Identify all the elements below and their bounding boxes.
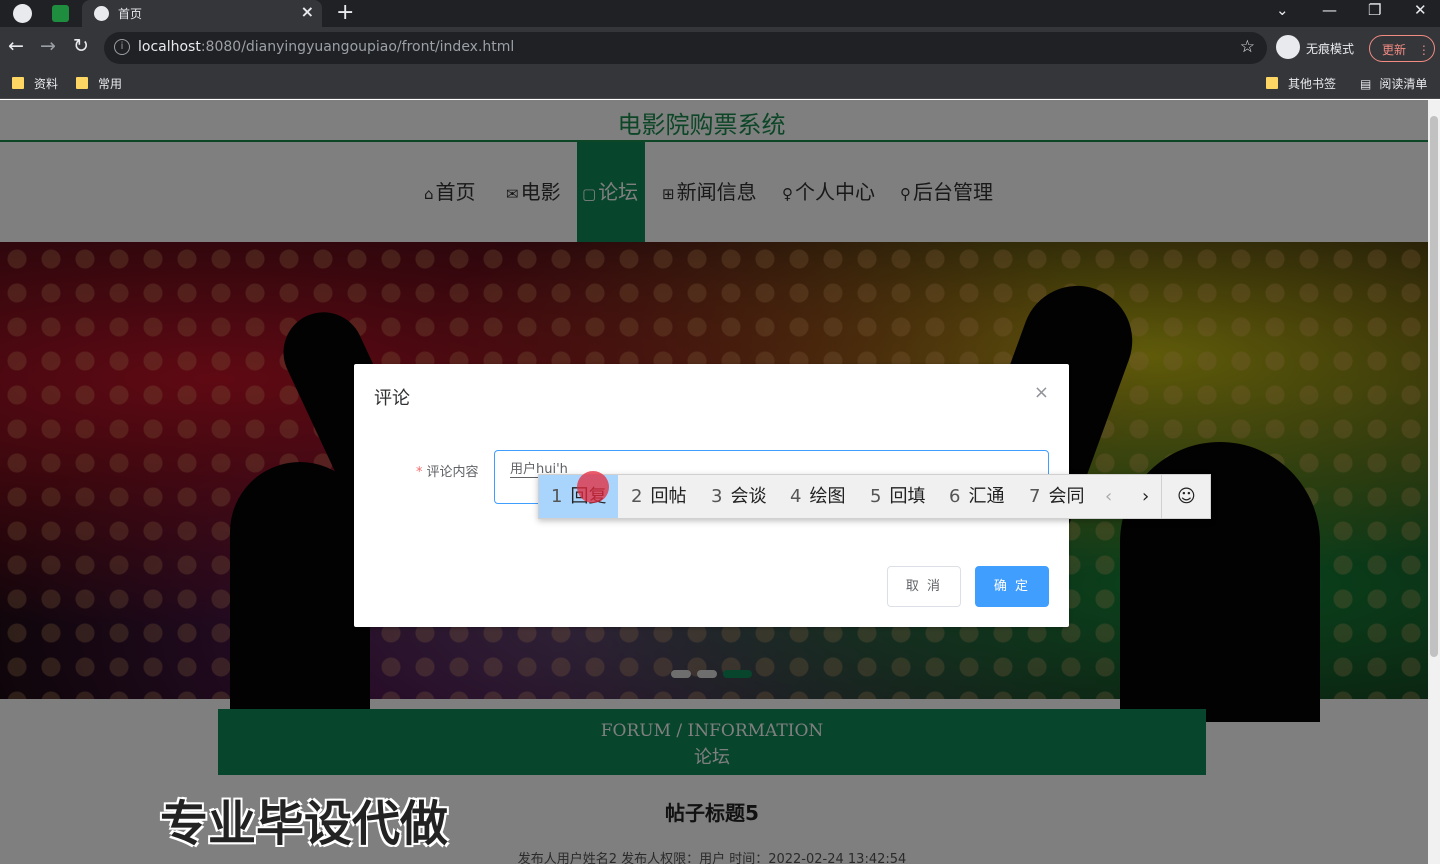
- browser-toolbar: ← → ↻ i localhost:8080/dianyingyuangoupi…: [0, 27, 1440, 69]
- scrollbar-thumb[interactable]: [1430, 116, 1438, 657]
- menu-dots-icon[interactable]: ⋮: [1418, 43, 1430, 57]
- ime-divider: [1161, 475, 1162, 518]
- ime-candidate-bar: 1回复 2回帖 3会谈 4绘图 5回填 6汇通 7会同 ‹ › ☺: [538, 474, 1211, 519]
- bookmark-folder-changyong[interactable]: 常用: [76, 75, 122, 92]
- bookmark-label: 常用: [98, 77, 123, 91]
- folder-icon: [1266, 77, 1278, 89]
- candidate-text: 汇通: [968, 486, 1005, 507]
- other-bookmarks[interactable]: 其他书签: [1266, 75, 1336, 92]
- candidate-text: 绘图: [809, 486, 846, 507]
- dialog-title: 评论: [374, 388, 410, 409]
- globe-icon: [94, 6, 109, 21]
- folder-icon: [76, 77, 88, 89]
- page-scrollbar[interactable]: [1428, 100, 1440, 864]
- ime-candidate-5[interactable]: 5 回填: [858, 475, 937, 518]
- address-bar[interactable]: i localhost:8080/dianyingyuangoupiao/fro…: [104, 32, 1267, 64]
- candidate-number: 4: [790, 486, 802, 507]
- comment-field-label: * 评论内容: [416, 461, 479, 480]
- bookmarks-bar: 资料 常用 其他书签 ▤ 阅读清单: [0, 69, 1440, 99]
- ime-next-icon[interactable]: ›: [1142, 475, 1149, 518]
- url-text: localhost:8080/dianyingyuangoupiao/front…: [138, 39, 514, 55]
- reading-list-icon: ▤: [1360, 77, 1372, 91]
- close-window-icon[interactable]: ✕: [1414, 1, 1427, 19]
- site-info-icon[interactable]: i: [114, 39, 130, 55]
- active-tab[interactable]: 首页 ×: [82, 0, 322, 27]
- url-host: localhost: [138, 39, 201, 55]
- candidate-number: 1: [551, 486, 563, 507]
- candidate-number: 7: [1029, 486, 1041, 507]
- incognito-icon[interactable]: [1276, 35, 1300, 59]
- required-mark: *: [416, 465, 423, 480]
- browser-logo-icon[interactable]: [13, 4, 32, 23]
- update-label: 更新: [1382, 43, 1407, 57]
- reload-icon[interactable]: ↻: [73, 35, 89, 57]
- ime-candidate-3[interactable]: 3 会谈: [699, 475, 778, 518]
- folder-icon: [12, 77, 24, 89]
- confirm-button[interactable]: 确 定: [975, 566, 1049, 607]
- comment-label-text: 评论内容: [426, 465, 479, 480]
- candidate-number: 6: [949, 486, 961, 507]
- tab-title: 首页: [118, 7, 143, 21]
- incognito-label: 无痕模式: [1306, 42, 1355, 56]
- ime-candidate-6[interactable]: 6 汇通: [937, 475, 1016, 518]
- other-bookmarks-label: 其他书签: [1288, 77, 1337, 91]
- candidate-text: 会谈: [730, 486, 767, 507]
- bookmark-label: 资料: [34, 77, 59, 91]
- cancel-button[interactable]: 取 消: [887, 566, 961, 607]
- tab-close-icon[interactable]: ×: [301, 2, 314, 21]
- candidate-text: 会同: [1048, 486, 1085, 507]
- watermark-text: 专业毕设代做: [160, 796, 449, 852]
- bookmark-star-icon[interactable]: ☆: [1240, 37, 1255, 57]
- back-icon[interactable]: ←: [8, 35, 24, 57]
- bookmark-folder-ziliao[interactable]: 资料: [12, 75, 58, 92]
- reading-list[interactable]: ▤ 阅读清单: [1360, 75, 1427, 92]
- forward-icon[interactable]: →: [40, 35, 56, 57]
- update-button[interactable]: 更新 ⋮: [1369, 35, 1435, 62]
- tab-search-icon[interactable]: ⌄: [1276, 1, 1289, 19]
- ime-candidate-2[interactable]: 2 回帖: [619, 475, 698, 518]
- restore-icon[interactable]: ❐: [1368, 1, 1381, 19]
- close-icon[interactable]: ×: [1034, 382, 1049, 403]
- candidate-number: 2: [631, 486, 643, 507]
- browser-tab-bar: 首页 × + ⌄ — ❐ ✕: [0, 0, 1440, 27]
- url-path: :8080/dianyingyuangoupiao/front/index.ht…: [200, 39, 515, 55]
- candidate-number: 3: [711, 486, 723, 507]
- candidate-text: 回帖: [650, 486, 687, 507]
- candidate-number: 5: [870, 486, 882, 507]
- ime-candidate-7[interactable]: 7 会同: [1017, 475, 1096, 518]
- minimize-icon[interactable]: —: [1322, 1, 1337, 19]
- emoji-icon[interactable]: ☺: [1177, 475, 1196, 518]
- reading-list-label: 阅读清单: [1379, 77, 1428, 91]
- ime-prev-icon[interactable]: ‹: [1105, 475, 1112, 518]
- ime-candidate-4[interactable]: 4 绘图: [778, 475, 857, 518]
- candidate-text: 回填: [889, 486, 926, 507]
- mouse-cursor-highlight: [577, 471, 609, 503]
- new-tab-button[interactable]: +: [336, 0, 354, 25]
- app-tab-icon[interactable]: [52, 5, 69, 22]
